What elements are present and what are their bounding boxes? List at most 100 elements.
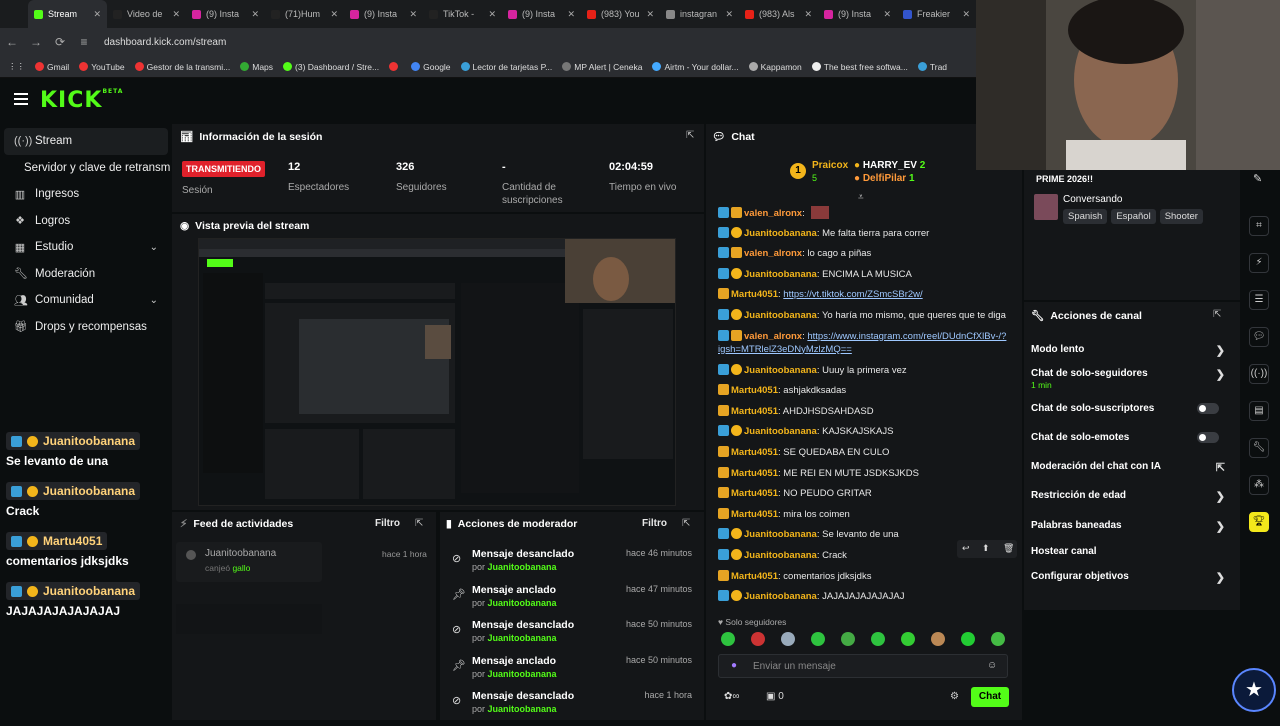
- browser-tab[interactable]: instagran ✕: [660, 0, 739, 28]
- stream-tag[interactable]: Shooter: [1159, 209, 1203, 224]
- comment-icon[interactable]: 💬︎: [1249, 327, 1269, 347]
- bookmark[interactable]: Airtm - Your dollar...: [652, 62, 739, 72]
- close-tab-icon[interactable]: ✕: [172, 9, 180, 20]
- emote-icon[interactable]: [991, 632, 1005, 646]
- chat-message[interactable]: Juanitoobanana: Crack: [718, 549, 1018, 562]
- close-tab-icon[interactable]: ✕: [962, 9, 970, 20]
- reload-icon[interactable]: ⟳: [48, 35, 72, 49]
- category-name[interactable]: Conversando: [1063, 194, 1122, 205]
- chevron-down-icon[interactable]: ⌄: [150, 242, 158, 253]
- popout-icon[interactable]: ⇱: [686, 130, 694, 141]
- chevron-right-icon[interactable]: ❯: [1216, 344, 1225, 357]
- bookmark[interactable]: Trad: [917, 62, 947, 72]
- bookmark[interactable]: The best free softwa...: [811, 62, 908, 72]
- site-info-icon[interactable]: ≡: [72, 35, 96, 49]
- bookmark[interactable]: Google: [411, 62, 451, 72]
- chat-message[interactable]: Martu4051: https://vt.tiktok.com/ZSmcSBr…: [718, 288, 1018, 301]
- browser-tab[interactable]: (983) Als ✕: [739, 0, 818, 28]
- channel-action-item[interactable]: Palabras baneadas ❯: [1031, 520, 1227, 533]
- kick-logo[interactable]: KICKBETA: [40, 88, 123, 113]
- bookmark[interactable]: Maps: [240, 62, 273, 72]
- chevron-right-icon[interactable]: ❯: [1216, 368, 1225, 381]
- toggle-switch[interactable]: [1197, 403, 1219, 414]
- chevron-right-icon[interactable]: ❯: [1216, 571, 1225, 584]
- expand-chevron-icon[interactable]: ⩡: [858, 192, 864, 203]
- chat-message[interactable]: Martu4051: ashjakdksadas: [718, 384, 1018, 397]
- edit-icon[interactable]: ✎: [1253, 172, 1262, 185]
- chat-message[interactable]: Martu4051: NO PEUDO GRITAR: [718, 487, 1018, 500]
- channel-action-item[interactable]: Configurar objetivos ❯: [1031, 571, 1227, 584]
- bookmark[interactable]: MP Alert | Ceneka: [562, 62, 642, 72]
- sidebar-item[interactable]: ((·)) Stream: [4, 128, 168, 155]
- chat-message[interactable]: Juanitoobanana: Me falta tierra para cor…: [718, 226, 1018, 240]
- close-tab-icon[interactable]: ✕: [251, 9, 259, 20]
- bookmark[interactable]: [389, 62, 401, 71]
- browser-tab[interactable]: (9) Insta ✕: [502, 0, 581, 28]
- close-tab-icon[interactable]: ✕: [804, 9, 812, 20]
- chat-message[interactable]: Martu4051: SE QUEDABA EN CULO: [718, 446, 1018, 459]
- close-tab-icon[interactable]: ✕: [725, 9, 733, 20]
- chat-message[interactable]: valen_alronx:: [718, 206, 1018, 220]
- chat-message[interactable]: Martu4051: mira los coimen: [718, 507, 1018, 521]
- browser-tab[interactable]: (9) Insta ✕: [186, 0, 265, 28]
- toggle-switch[interactable]: [1197, 432, 1219, 443]
- close-tab-icon[interactable]: ✕: [409, 9, 417, 20]
- channel-popout-icon[interactable]: ⇱: [1213, 309, 1221, 320]
- chat-message[interactable]: Martu4051: AHDJHSDSAHDASD: [718, 404, 1018, 418]
- channel-action-item[interactable]: Modo lento ❯: [1031, 344, 1227, 357]
- wrench-icon[interactable]: 🔧︎: [1249, 438, 1269, 458]
- browser-tab[interactable]: (71)Hum ✕: [265, 0, 344, 28]
- channel-action-item[interactable]: Hostear canal: [1031, 546, 1227, 557]
- chat-message[interactable]: valen_alronx: lo cago a piñas: [718, 247, 1018, 260]
- emote-icon[interactable]: [931, 632, 945, 646]
- chat-message[interactable]: Martu4051: ME REI EN MUTE JSDKSJKDS: [718, 466, 1018, 480]
- chat-input[interactable]: ● Enviar un mensaje ☺: [718, 654, 1008, 678]
- close-tab-icon[interactable]: ✕: [883, 9, 891, 20]
- emote-icon[interactable]: [961, 632, 975, 646]
- channel-action-item[interactable]: Moderación del chat con IA ⇱: [1031, 461, 1227, 474]
- browser-tab[interactable]: Freakier ✕: [897, 0, 976, 28]
- panel-icon[interactable]: ▤: [1249, 401, 1269, 421]
- broadcast-icon[interactable]: ((·)): [1249, 364, 1269, 384]
- sidebar-item[interactable]: ❖ Logros: [0, 208, 172, 235]
- emote-icon[interactable]: [721, 632, 735, 646]
- chevron-right-icon[interactable]: ❯: [1216, 490, 1225, 503]
- settings-icon[interactable]: ⚙: [950, 691, 959, 702]
- channel-action-item[interactable]: Chat de solo-emotes: [1031, 432, 1227, 443]
- close-tab-icon[interactable]: ✕: [567, 9, 575, 20]
- users-icon[interactable]: ⁂: [1249, 475, 1269, 495]
- send-chat-button[interactable]: Chat: [971, 687, 1009, 707]
- sidebar-item[interactable]: ▥ Ingresos: [0, 181, 172, 208]
- emote-icon[interactable]: [871, 632, 885, 646]
- sidebar-item[interactable]: 🎁︎ Drops y recompensas: [0, 314, 172, 341]
- bookmark[interactable]: YouTube: [79, 62, 125, 72]
- mod-filter-button[interactable]: Filtro: [642, 518, 667, 529]
- chevron-right-icon[interactable]: ❯: [1216, 520, 1225, 533]
- chat-message[interactable]: Juanitoobanana: Yo haría mo mismo, que q…: [718, 309, 1018, 322]
- url-text[interactable]: dashboard.kick.com/stream: [104, 37, 226, 48]
- sidebar-item[interactable]: 🔧︎ Moderación: [0, 261, 172, 288]
- menu-icon[interactable]: [14, 93, 28, 105]
- close-tab-icon[interactable]: ✕: [646, 9, 654, 20]
- chat-message[interactable]: Juanitoobanana: JAJAJAJAJAJAJAJ: [718, 590, 1018, 603]
- trophy-icon[interactable]: 🏆︎: [1249, 512, 1269, 532]
- channel-action-item[interactable]: Restricción de edad ❯: [1031, 490, 1227, 503]
- chevron-down-icon[interactable]: ⌄: [150, 295, 158, 306]
- mod-popout-icon[interactable]: ⇱: [682, 518, 690, 529]
- stream-preview-video[interactable]: [198, 238, 676, 506]
- chat-message[interactable]: Martu4051: comentarios jdksjdks: [718, 569, 1018, 583]
- points-display[interactable]: ▣ 0: [766, 691, 784, 702]
- channel-action-item[interactable]: Chat de solo-suscriptores: [1031, 403, 1227, 414]
- bookmark[interactable]: Gmail: [35, 62, 69, 72]
- close-tab-icon[interactable]: ✕: [330, 9, 338, 20]
- browser-tab[interactable]: (9) Insta ✕: [344, 0, 423, 28]
- browser-tab[interactable]: TikTok - ✕: [423, 0, 502, 28]
- emoji-icon[interactable]: ☺: [987, 660, 997, 671]
- chat-message[interactable]: Juanitoobanana: KAJSKAJSKAJS: [718, 425, 1018, 438]
- browser-tab[interactable]: Stream ✕: [28, 0, 107, 28]
- browser-tab[interactable]: (9) Insta ✕: [818, 0, 897, 28]
- chat-message[interactable]: valen_alronx: https://www.instagram.com/…: [718, 329, 1018, 356]
- activity-filter-button[interactable]: Filtro: [375, 518, 400, 529]
- forward-icon[interactable]: →: [24, 35, 48, 49]
- channel-action-item[interactable]: Chat de solo-seguidores 1 min ❯: [1031, 368, 1227, 390]
